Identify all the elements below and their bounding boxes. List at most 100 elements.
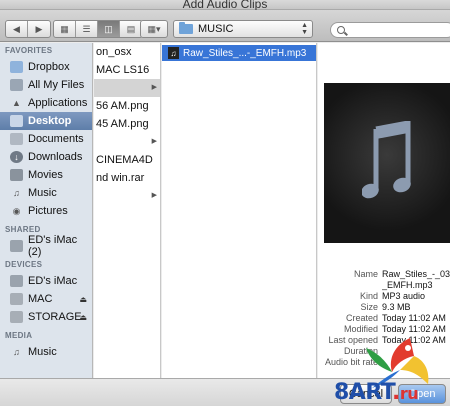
file-name: Raw_Stiles_...-_EMFH.mp3 [183, 47, 307, 59]
folder-icon [179, 22, 193, 34]
info-key: Created [345, 313, 378, 323]
search-input[interactable] [330, 22, 450, 38]
forward-button[interactable]: ▶ [28, 21, 50, 37]
list-view-button[interactable]: ☰ [76, 21, 98, 37]
arrange-button[interactable]: ▦▾ [141, 21, 167, 37]
sidebar-item-label: ED's iMac [28, 275, 78, 287]
list-item[interactable]: ▶ [94, 187, 160, 205]
music-icon: ♫ [13, 188, 20, 198]
list-item[interactable]: on_osx [94, 43, 160, 61]
sidebar-item-label: Music [28, 187, 57, 199]
sidebar-item-pictures[interactable]: ◉ Pictures [0, 202, 92, 220]
selected-file-row[interactable]: ♫ Raw_Stiles_...-_EMFH.mp3 [162, 45, 316, 61]
title-bar: Add Audio Clips [0, 0, 450, 11]
dialog-footer: Cancel Open [0, 378, 450, 406]
sidebar-section-favorites: FAVORITES [5, 46, 53, 55]
chevron-right-icon: ▶ [151, 192, 157, 199]
chevron-left-icon: ◀ [13, 23, 20, 34]
chevron-right-icon: ▶ [151, 138, 157, 145]
path-popup[interactable]: MUSIC ▲ ▼ [173, 20, 313, 38]
file-name: on_osx [96, 46, 132, 58]
file-name: 45 AM.png [96, 118, 149, 130]
computer-icon [10, 240, 23, 252]
info-value: Today 11:02 AM [382, 324, 446, 334]
info-row: Created Today 11:02 AM [318, 313, 450, 324]
sidebar-item-label: Dropbox [28, 61, 70, 73]
info-row: Size 9.3 MB [318, 302, 450, 313]
sidebar-item-mac[interactable]: MAC ⏏ [0, 290, 92, 308]
file-name: 56 AM.png [96, 100, 149, 112]
cover-flow-button[interactable]: ▤ [120, 21, 142, 37]
drive-icon [10, 311, 23, 323]
info-key: Kind [359, 291, 378, 301]
movies-icon [10, 169, 23, 181]
info-key: Duration [343, 346, 378, 356]
search-icon [337, 26, 345, 34]
sidebar-item-label: STORAGE [28, 311, 82, 323]
list-item[interactable]: nd win.rar [94, 169, 160, 187]
list-item[interactable]: MAC LS16 [94, 61, 160, 79]
sidebar-item-downloads[interactable]: ↓ Downloads [0, 148, 92, 166]
columns-icon: ◫ [104, 23, 113, 34]
preview-pane: Name Raw_Stiles_-_03 _EMFH.mp3 Kind MP3 au… [318, 43, 450, 378]
info-key: Size [360, 302, 378, 312]
sidebar-item-storage[interactable]: STORAGE ⏏ [0, 308, 92, 326]
info-row: Audio bit rate [318, 357, 450, 368]
info-key: Name [353, 269, 378, 279]
info-row: Kind MP3 audio [318, 291, 450, 302]
sidebar-item-eds-imac-2[interactable]: ED's iMac (2) [0, 234, 92, 258]
info-row: _EMFH.mp3 [318, 280, 450, 291]
grid-arrange-icon: ▦▾ [147, 23, 161, 34]
info-value: _EMFH.mp3 [382, 280, 433, 290]
chevron-right-icon: ▶ [151, 84, 157, 91]
grid-icon: ▦ [60, 23, 69, 34]
browser-column-2: ♫ Raw_Stiles_...-_EMFH.mp3 [162, 43, 317, 378]
sidebar-item-music[interactable]: ♫ Music [0, 184, 92, 202]
music-icon: ♫ [13, 347, 20, 357]
sidebar-item-desktop[interactable]: Desktop [0, 112, 92, 130]
cancel-button[interactable]: Cancel [340, 384, 392, 404]
sidebar-item-dropbox[interactable]: Dropbox [0, 58, 92, 76]
sidebar-item-applications[interactable]: ▲ Applications [0, 94, 92, 112]
arrange-menu: ▦▾ [140, 20, 168, 38]
sidebar-item-documents[interactable]: Documents [0, 130, 92, 148]
list-item[interactable]: 45 AM.png [94, 115, 160, 133]
sidebar-item-label: ED's iMac (2) [28, 234, 78, 258]
info-value: Today 11:02 AM [382, 335, 446, 345]
sidebar-item-media-music[interactable]: ♫ Music [0, 343, 92, 361]
eject-icon[interactable]: ⏏ [79, 313, 87, 322]
sidebar-section-media: MEDIA [5, 331, 33, 340]
cover-flow-icon: ▤ [126, 23, 136, 34]
history-nav: ◀ ▶ [5, 20, 51, 38]
back-button[interactable]: ◀ [6, 21, 28, 37]
sidebar-item-label: Applications [28, 97, 88, 109]
column-view-button[interactable]: ◫ [98, 21, 120, 37]
open-button[interactable]: Open [398, 384, 446, 404]
list-item[interactable]: 56 AM.png [94, 97, 160, 115]
file-info: Name Raw_Stiles_-_03 _EMFH.mp3 Kind MP3 au… [318, 269, 450, 368]
eject-icon[interactable]: ⏏ [79, 295, 87, 304]
list-item[interactable]: ▶ [94, 133, 160, 151]
sidebar-item-label: MAC [28, 293, 53, 305]
sidebar-item-label: Desktop [28, 115, 72, 127]
info-key: Last opened [328, 335, 378, 345]
list-item[interactable]: CINEMA4D [94, 151, 160, 169]
file-name: CINEMA4D [96, 154, 153, 166]
list-icon: ☰ [82, 23, 91, 34]
pictures-icon: ◉ [12, 205, 21, 216]
drive-icon [10, 293, 23, 305]
music-file-icon: ♫ [168, 47, 179, 59]
info-value: MP3 audio [382, 291, 426, 301]
chevron-right-icon: ▶ [35, 23, 43, 34]
downloads-icon: ↓ [10, 151, 23, 163]
list-item-selected[interactable]: ▶ [94, 79, 160, 97]
icon-view-button[interactable]: ▦ [54, 21, 76, 37]
documents-icon [10, 133, 23, 145]
sidebar-item-label: Documents [28, 133, 84, 145]
sidebar-item-all-my-files[interactable]: All My Files [0, 76, 92, 94]
sidebar-item-eds-imac[interactable]: ED's iMac [0, 272, 92, 290]
sidebar-item-movies[interactable]: Movies [0, 166, 92, 184]
sidebar-item-label: Downloads [28, 151, 83, 163]
sidebar-item-label: Pictures [28, 205, 68, 217]
view-mode-switcher: ▦ ☰ ◫ ▤ [53, 20, 143, 38]
